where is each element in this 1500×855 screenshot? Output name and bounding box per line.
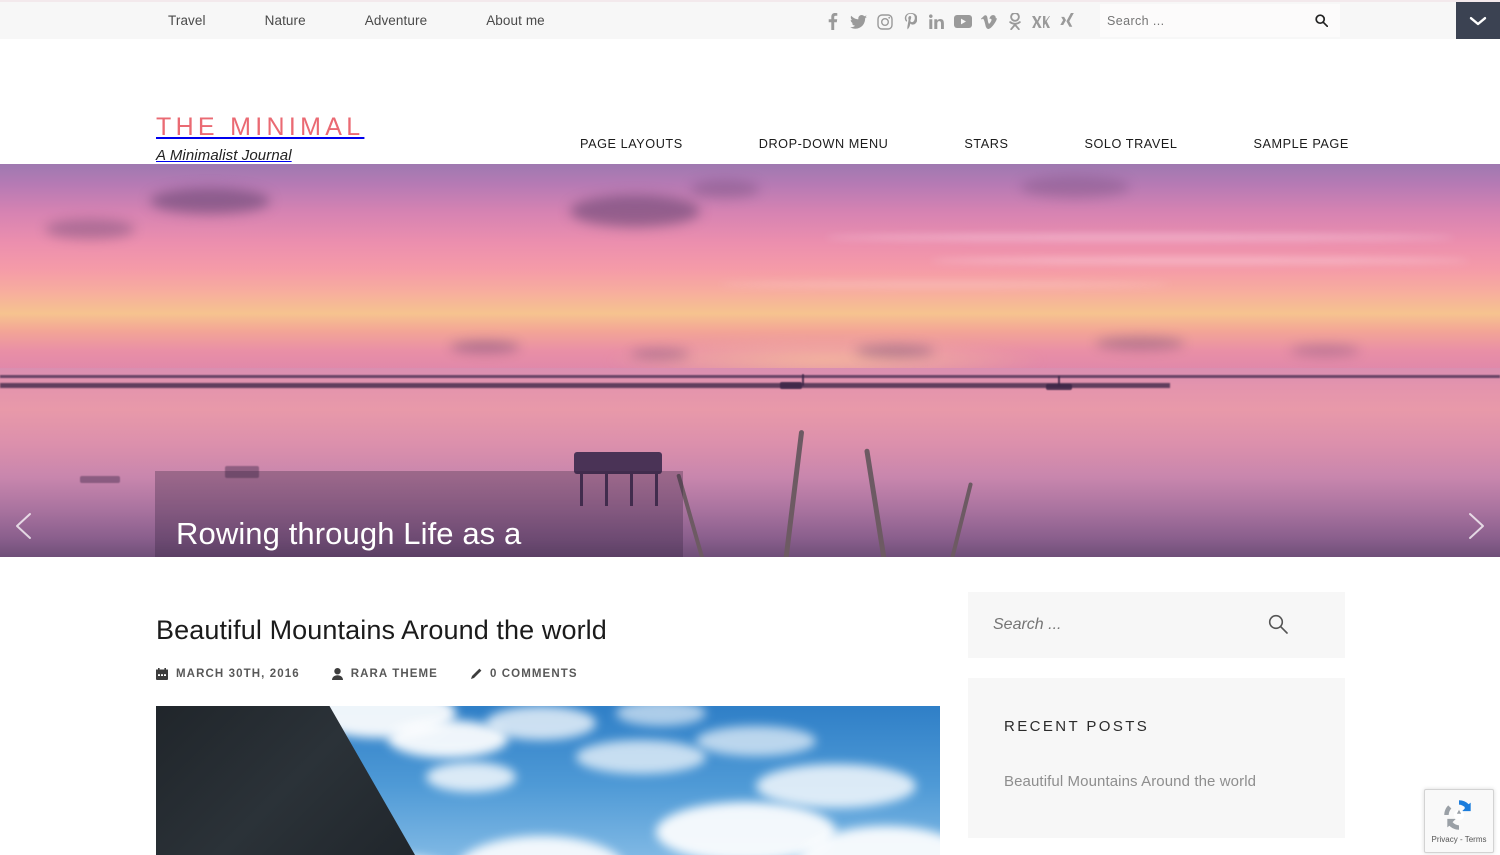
- chevron-right-icon: [1469, 513, 1484, 539]
- top-bar-toggle-button[interactable]: [1456, 2, 1500, 40]
- topnav-item-nature[interactable]: Nature: [265, 13, 306, 28]
- facebook-icon[interactable]: [823, 12, 842, 31]
- nav-item-drop-down-menu[interactable]: DROP-DOWN MENU: [759, 137, 889, 151]
- nav-item-stars[interactable]: STARS: [964, 137, 1008, 151]
- recaptcha-badge[interactable]: Privacy - Terms: [1424, 789, 1494, 853]
- recent-post-link[interactable]: Beautiful Mountains Around the world: [1004, 773, 1309, 790]
- post-meta: MARCH 30TH, 2016 RARA THEME 0 COMMENTS: [156, 668, 940, 681]
- chevron-down-icon: [1469, 17, 1487, 26]
- sidebar: RECENT POSTS Beautiful Mountains Around …: [968, 592, 1345, 838]
- hero-slide-title: Rowing through Life as a Traveller: [176, 516, 522, 557]
- nav-item-page-layouts[interactable]: PAGE LAYOUTS: [580, 137, 683, 151]
- recaptcha-icon: [1444, 800, 1471, 830]
- post-date: MARCH 30TH, 2016: [156, 668, 300, 681]
- pencil-icon: [470, 668, 482, 680]
- youtube-icon[interactable]: [953, 12, 972, 31]
- nav-item-sample-page[interactable]: SAMPLE PAGE: [1254, 137, 1349, 151]
- vimeo-icon[interactable]: [979, 12, 998, 31]
- recent-posts-heading: RECENT POSTS: [1004, 718, 1150, 735]
- calendar-icon: [156, 668, 168, 681]
- slider-next-button[interactable]: [1458, 509, 1492, 543]
- hero-caption: Rowing through Life as a Traveller Read …: [155, 471, 683, 557]
- recent-posts-widget: RECENT POSTS Beautiful Mountains Around …: [968, 678, 1345, 838]
- site-title: THE MINIMAL: [156, 113, 365, 141]
- twitter-icon[interactable]: [849, 12, 868, 31]
- sidebar-search-widget[interactable]: [968, 592, 1345, 658]
- post-author: RARA THEME: [331, 668, 438, 681]
- site-tagline: A Minimalist Journal: [156, 147, 292, 164]
- linkedin-icon[interactable]: [927, 12, 946, 31]
- instagram-icon[interactable]: [875, 12, 894, 31]
- site-header: THE MINIMAL A Minimalist Journal PAGE LA…: [0, 39, 1500, 164]
- social-links: [823, 12, 1076, 31]
- slider-prev-button[interactable]: [8, 509, 42, 543]
- xing-icon[interactable]: [1057, 12, 1076, 31]
- main-content: Beautiful Mountains Around the world MAR…: [0, 557, 1500, 855]
- post-comments: 0 COMMENTS: [470, 668, 578, 680]
- main-navigation: PAGE LAYOUTS DROP-DOWN MENU STARS SOLO T…: [580, 137, 1349, 151]
- post-featured-image[interactable]: [156, 706, 940, 855]
- post-article: Beautiful Mountains Around the world MAR…: [156, 614, 940, 855]
- pinterest-icon[interactable]: [901, 12, 920, 31]
- nav-item-solo-travel[interactable]: SOLO TRAVEL: [1084, 137, 1177, 151]
- top-search-input[interactable]: [1100, 13, 1300, 28]
- site-branding[interactable]: THE MINIMAL A Minimalist Journal: [156, 113, 365, 165]
- post-author-label: RARA THEME: [350, 668, 438, 681]
- search-icon[interactable]: [1268, 614, 1288, 639]
- odnoklassniki-icon[interactable]: [1005, 12, 1024, 31]
- topnav-item-travel[interactable]: Travel: [168, 13, 206, 28]
- top-bar: Travel Nature Adventure About me: [0, 0, 1500, 40]
- hero-slider: Rowing through Life as a Traveller Read …: [0, 164, 1500, 557]
- rowing-boat: [740, 536, 990, 557]
- post-title[interactable]: Beautiful Mountains Around the world: [156, 614, 940, 646]
- top-search-box[interactable]: [1100, 4, 1340, 37]
- search-icon[interactable]: [1315, 14, 1329, 32]
- post-comments-label: 0 COMMENTS: [489, 668, 578, 681]
- top-navigation: Travel Nature Adventure About me: [168, 13, 604, 28]
- sidebar-search-input[interactable]: [968, 616, 1268, 634]
- vk-icon[interactable]: [1031, 12, 1050, 31]
- user-icon: [331, 668, 343, 681]
- recaptcha-label: Privacy - Terms: [1431, 835, 1487, 844]
- topnav-item-about-me[interactable]: About me: [486, 13, 545, 28]
- topnav-item-adventure[interactable]: Adventure: [365, 13, 427, 28]
- post-date-label: MARCH 30TH, 2016: [176, 668, 300, 681]
- chevron-left-icon: [16, 513, 31, 539]
